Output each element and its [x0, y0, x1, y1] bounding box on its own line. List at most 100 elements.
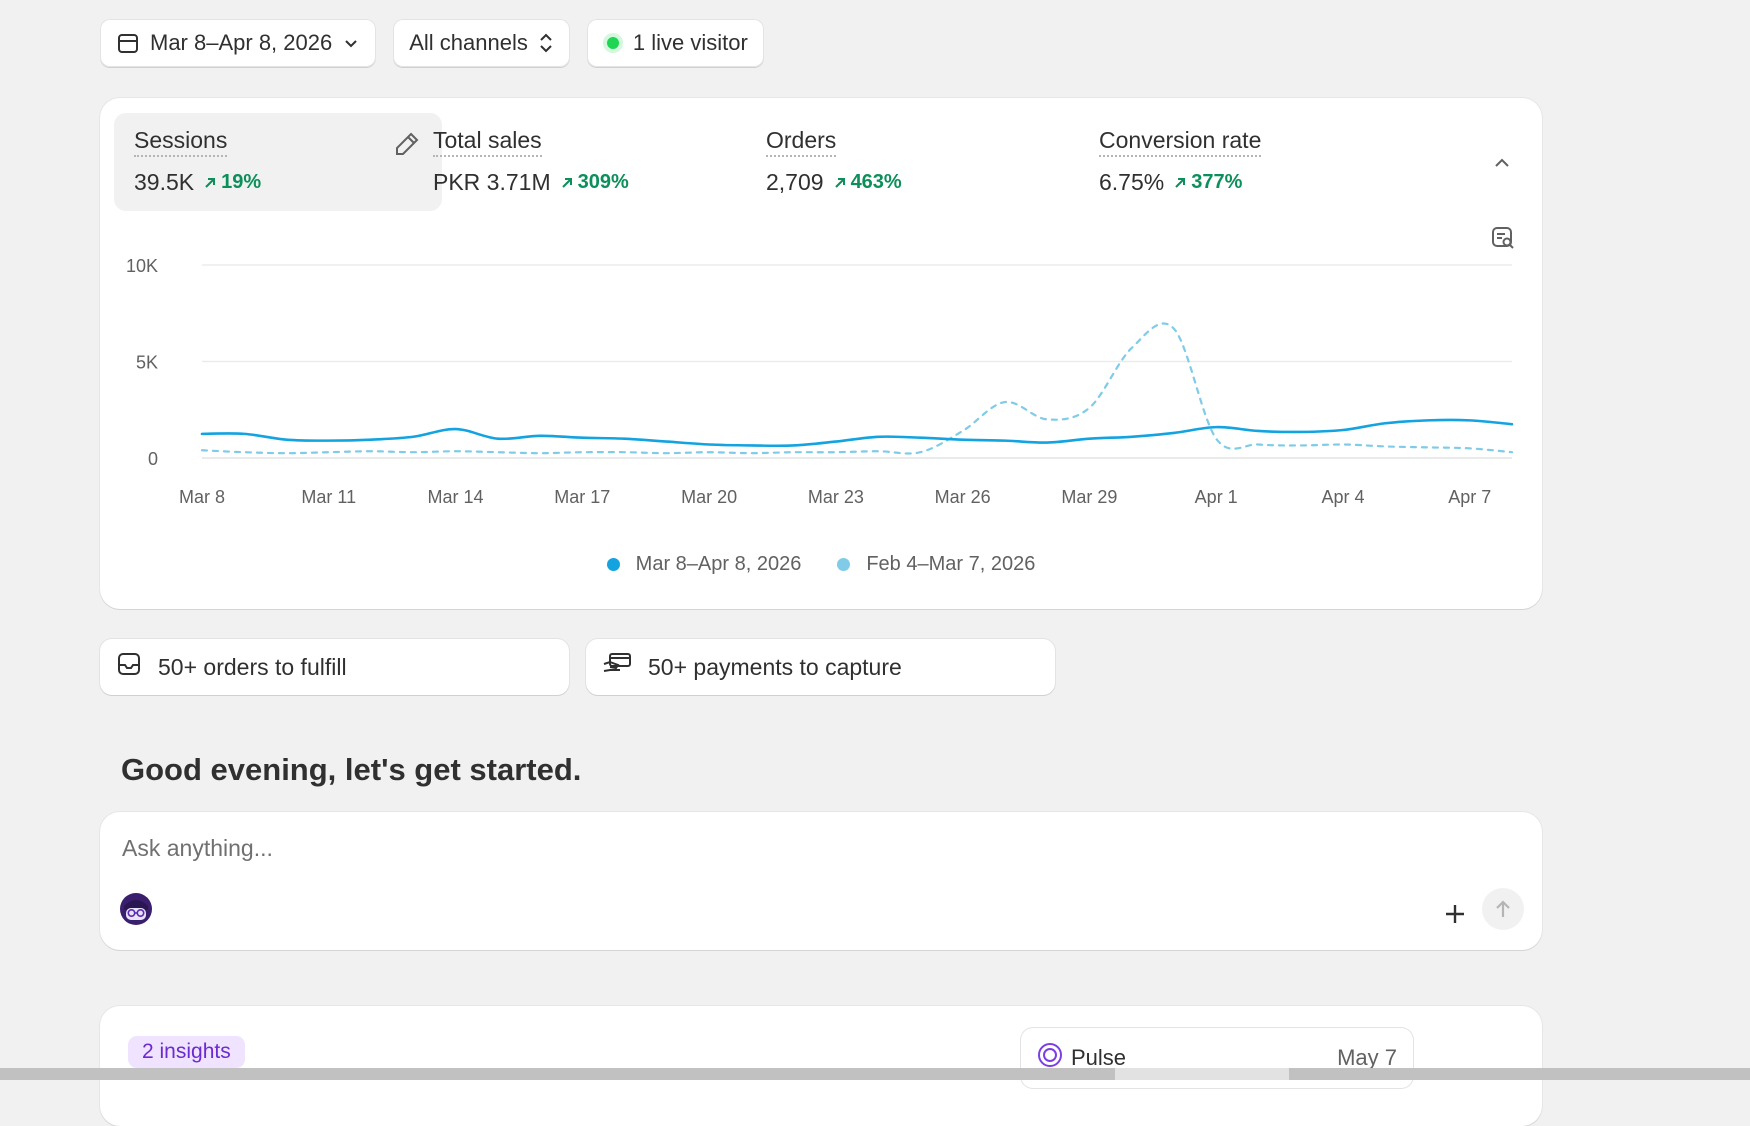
x-tick-label: Mar 8: [179, 487, 225, 507]
live-visitors-button[interactable]: 1 live visitor: [586, 19, 764, 67]
data-point: [749, 451, 754, 456]
scrollbar-thumb[interactable]: [1115, 1068, 1289, 1080]
data-point: [664, 451, 669, 456]
data-point: [622, 450, 627, 455]
data-point: [200, 431, 205, 436]
data-point: [1510, 450, 1515, 455]
data-point: [1045, 417, 1050, 422]
assistant-avatar-icon[interactable]: [119, 892, 153, 931]
data-point: [411, 434, 416, 439]
channels-select[interactable]: All channels: [393, 19, 570, 67]
greeting-heading: Good evening, let's get started.: [121, 752, 582, 787]
data-point: [1256, 442, 1261, 447]
data-point: [791, 450, 796, 455]
selector-arrows-icon: [538, 31, 554, 55]
task-label: 50+ payments to capture: [648, 653, 902, 680]
data-point: [1214, 425, 1219, 430]
payments-to-capture-button[interactable]: 50+ payments to capture: [586, 639, 1055, 695]
top-filters: Mar 8–Apr 8, 2026 All channels 1 live vi…: [100, 19, 764, 67]
data-point: [284, 451, 289, 456]
data-point: [242, 450, 247, 455]
plus-icon: [1446, 905, 1464, 923]
data-point: [833, 439, 838, 444]
data-point: [453, 427, 458, 432]
data-point: [1214, 436, 1219, 441]
ask-card: [100, 812, 1542, 950]
data-point: [707, 450, 712, 455]
legend-item-current: Mar 8–Apr 8, 2026: [606, 553, 802, 576]
x-tick-label: Mar 14: [428, 487, 484, 507]
data-point: [707, 442, 712, 447]
insights-badge[interactable]: 2 insights: [128, 1036, 245, 1068]
x-tick-label: Mar 29: [1061, 487, 1117, 507]
add-attachment-button[interactable]: [1444, 898, 1466, 930]
data-point: [580, 450, 585, 455]
payment-hand-icon: [602, 651, 648, 683]
data-point: [1298, 443, 1303, 448]
data-point: [622, 436, 627, 441]
data-point: [1298, 429, 1303, 434]
data-point: [1340, 428, 1345, 433]
data-point: [1002, 400, 1007, 405]
x-tick-label: Mar 17: [554, 487, 610, 507]
x-tick-label: Mar 20: [681, 487, 737, 507]
channels-label: All channels: [409, 30, 528, 55]
data-point: [1340, 442, 1345, 447]
data-point: [1256, 428, 1261, 433]
data-point: [791, 443, 796, 448]
data-point: [284, 437, 289, 442]
orders-to-fulfill-button[interactable]: 50+ orders to fulfill: [100, 639, 569, 695]
legend-dot: [606, 558, 620, 571]
insights-card: 2 insights Pulse May 7: [100, 1006, 1542, 1126]
data-point: [1087, 436, 1092, 441]
x-tick-label: Apr 4: [1321, 487, 1364, 507]
ask-input[interactable]: [120, 834, 1224, 863]
data-point: [453, 449, 458, 454]
send-button[interactable]: [1482, 888, 1524, 930]
data-point: [538, 433, 543, 438]
data-point: [960, 437, 965, 442]
data-point: [580, 435, 585, 440]
data-point: [749, 443, 754, 448]
y-tick-label: 10K: [126, 256, 158, 276]
data-point: [1425, 418, 1430, 423]
data-point: [1129, 434, 1134, 439]
data-point: [538, 451, 543, 456]
data-point: [1171, 430, 1176, 435]
metrics-card: Sessions 39.5K 19% Total sales PKR 3.71M…: [100, 98, 1542, 609]
sessions-chart: 10K 5K 0 Mar 8 Mar 11 Mar 14 Mar 17 Mar 20 Mar 2…: [126, 256, 1515, 507]
data-point: [1129, 345, 1134, 350]
date-range-picker[interactable]: Mar 8–Apr 8, 2026: [100, 19, 377, 67]
task-label: 50+ orders to fulfill: [158, 653, 347, 680]
data-point: [960, 428, 965, 433]
x-tick-label: Mar 26: [935, 487, 991, 507]
legend-dot: [837, 558, 851, 571]
inbox-icon: [116, 651, 158, 683]
data-point: [1002, 438, 1007, 443]
data-point: [1171, 326, 1176, 331]
live-status-dot: [606, 37, 619, 49]
data-point: [1383, 444, 1388, 449]
arrow-up-icon: [1496, 900, 1510, 917]
horizontal-scrollbar[interactable]: [0, 1068, 1750, 1080]
data-point: [1510, 422, 1515, 427]
data-point: [876, 434, 881, 439]
data-point: [1467, 418, 1472, 423]
data-point: [1467, 446, 1472, 451]
data-point: [918, 450, 923, 455]
calendar-icon: [116, 31, 140, 55]
x-tick-label: Apr 1: [1195, 487, 1238, 507]
data-point: [833, 450, 838, 455]
data-point: [326, 450, 331, 455]
data-point: [664, 439, 669, 444]
series-line-previous: [200, 322, 1514, 455]
chart-legend: Mar 8–Apr 8, 2026 Feb 4–Mar 7, 2026: [100, 553, 1542, 576]
legend-label: Mar 8–Apr 8, 2026: [635, 553, 802, 575]
data-point: [200, 448, 205, 453]
data-point: [1425, 445, 1430, 450]
chevron-down-icon: [342, 34, 360, 52]
data-point: [1383, 421, 1388, 426]
data-point: [1087, 405, 1092, 410]
y-tick-label: 5K: [136, 353, 158, 373]
data-point: [918, 435, 923, 440]
